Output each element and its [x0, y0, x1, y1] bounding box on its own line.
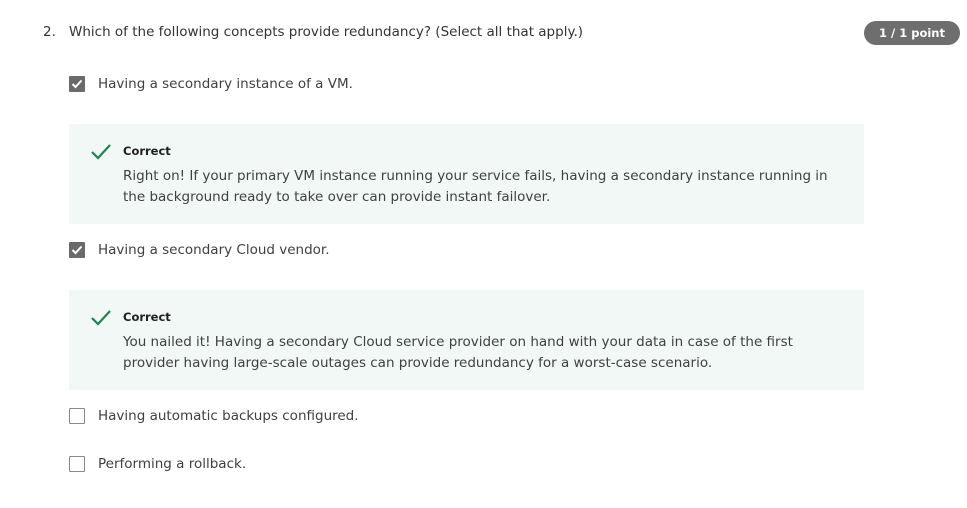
question-text: Which of the following concepts provide … — [69, 24, 584, 40]
feedback-correct: Correct Right on! If your primary VM ins… — [69, 124, 864, 224]
option-automatic-backups[interactable]: Having automatic backups configured. — [69, 406, 359, 426]
option-label: Having automatic backups configured. — [98, 408, 359, 424]
score-badge: 1 / 1 point — [864, 21, 960, 45]
checkbox-unchecked[interactable] — [69, 408, 85, 424]
feedback-correct: Correct You nailed it! Having a secondar… — [69, 290, 864, 390]
feedback-title: Correct — [123, 310, 171, 324]
option-secondary-vm-instance[interactable]: Having a secondary instance of a VM. — [69, 74, 353, 94]
correct-check-icon — [91, 310, 111, 326]
feedback-text: You nailed it! Having a secondary Cloud … — [123, 334, 793, 371]
feedback-title: Correct — [123, 144, 171, 158]
question-number: 2. — [43, 24, 56, 40]
option-label: Having a secondary instance of a VM. — [98, 76, 353, 92]
feedback-text: Right on! If your primary VM instance ru… — [123, 168, 828, 205]
checkmark-icon — [71, 79, 83, 89]
checkbox-checked[interactable] — [69, 242, 85, 258]
correct-check-icon — [91, 144, 111, 160]
option-label: Having a secondary Cloud vendor. — [98, 242, 330, 258]
checkbox-checked[interactable] — [69, 76, 85, 92]
option-performing-rollback[interactable]: Performing a rollback. — [69, 454, 246, 474]
checkmark-icon — [71, 245, 83, 255]
option-label: Performing a rollback. — [98, 456, 247, 472]
checkbox-unchecked[interactable] — [69, 456, 85, 472]
option-secondary-cloud-vendor[interactable]: Having a secondary Cloud vendor. — [69, 240, 330, 260]
